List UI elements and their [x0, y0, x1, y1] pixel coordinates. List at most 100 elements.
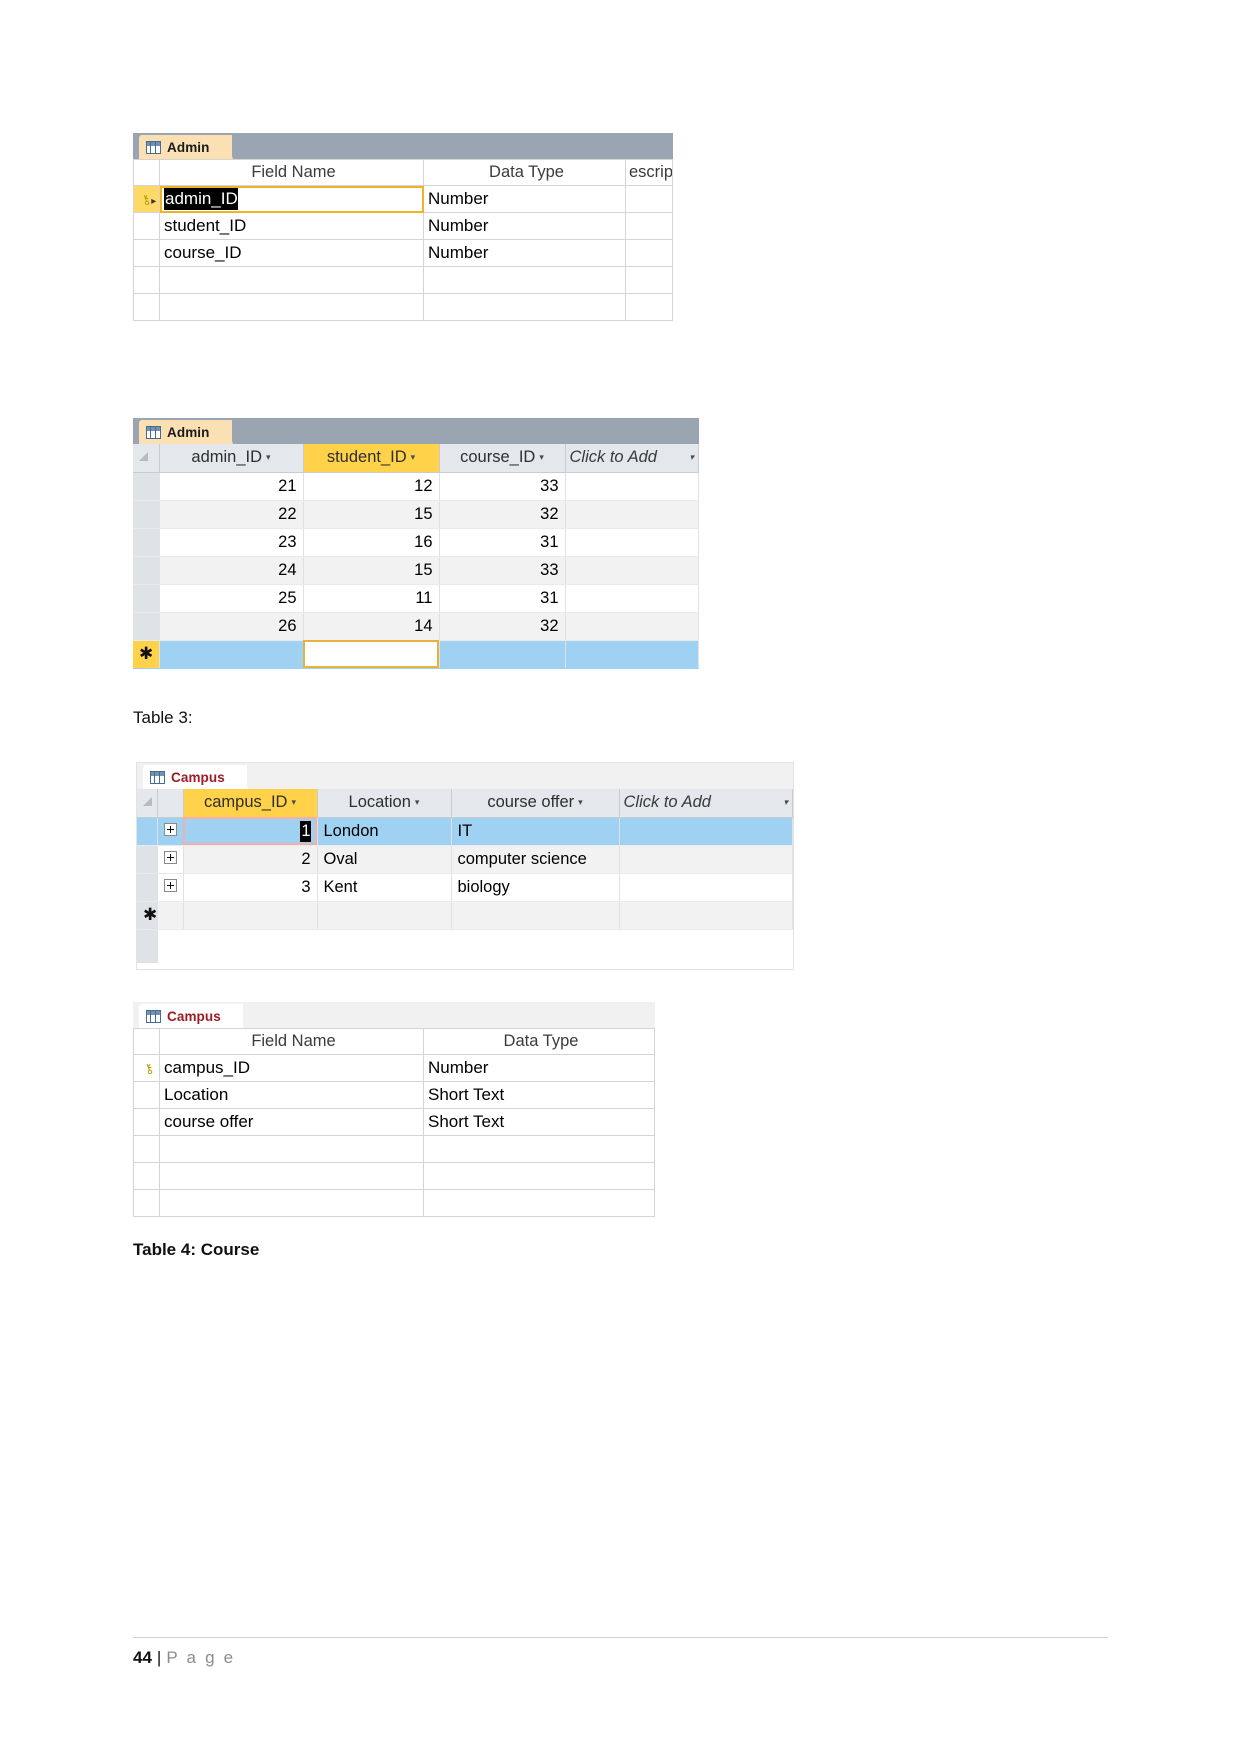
- cell-student-id[interactable]: 14: [303, 612, 440, 641]
- expand-subdatasheet-cell[interactable]: [157, 845, 184, 874]
- description-cell[interactable]: [625, 185, 673, 213]
- expand-subdatasheet-cell[interactable]: [157, 873, 184, 902]
- expand-subdatasheet-cell[interactable]: [157, 817, 184, 846]
- tab-campus-datasheet[interactable]: Campus: [143, 765, 247, 789]
- row-selector[interactable]: [133, 584, 160, 613]
- chevron-down-icon[interactable]: ▾: [415, 797, 420, 808]
- row-selector[interactable]: [137, 873, 158, 902]
- cell-admin-id-new[interactable]: [159, 640, 304, 669]
- table-row[interactable]: [133, 1162, 655, 1190]
- header-data-type[interactable]: Data Type: [423, 159, 626, 186]
- data-type-cell[interactable]: Number: [423, 239, 626, 267]
- header-field-name[interactable]: Field Name: [159, 159, 424, 186]
- select-all-corner[interactable]: [133, 444, 160, 473]
- column-header-click-to-add[interactable]: Click to Add ▾: [619, 789, 793, 818]
- row-selector-primary-key[interactable]: ⚷: [133, 1054, 160, 1082]
- table-row[interactable]: 22 15 32: [133, 500, 699, 529]
- row-selector[interactable]: [133, 556, 160, 585]
- column-header-course-id[interactable]: course_ID ▾: [439, 444, 566, 473]
- cell-add[interactable]: [565, 472, 699, 501]
- data-type-cell[interactable]: Number: [423, 1054, 655, 1082]
- row-selector[interactable]: [133, 528, 160, 557]
- header-field-name[interactable]: Field Name: [159, 1028, 424, 1055]
- cell-add[interactable]: [565, 584, 699, 613]
- cell-location[interactable]: Kent: [317, 873, 452, 902]
- table-row[interactable]: 1 London IT: [137, 817, 793, 846]
- table-row[interactable]: course offer Short Text: [133, 1108, 655, 1136]
- cell-admin-id[interactable]: 25: [159, 584, 304, 613]
- row-selector[interactable]: [133, 472, 160, 501]
- cell-course-offer-new[interactable]: [451, 901, 620, 930]
- cell-course-id[interactable]: 32: [439, 500, 566, 529]
- cell-student-id[interactable]: 11: [303, 584, 440, 613]
- column-header-click-to-add[interactable]: Click to Add ▾: [565, 444, 699, 473]
- field-name-cell[interactable]: [159, 293, 424, 321]
- cell-student-id-new[interactable]: [303, 640, 440, 669]
- cell-add[interactable]: [619, 817, 793, 846]
- cell-course-id[interactable]: 31: [439, 528, 566, 557]
- data-type-cell[interactable]: Number: [423, 212, 626, 240]
- cell-campus-id-new[interactable]: [183, 901, 318, 930]
- row-selector[interactable]: [133, 1108, 160, 1136]
- description-cell[interactable]: [625, 293, 673, 321]
- plus-expand-icon[interactable]: [163, 878, 177, 892]
- table-row[interactable]: ⚷ campus_ID Number: [133, 1054, 655, 1082]
- description-cell[interactable]: [625, 266, 673, 294]
- cell-admin-id[interactable]: 21: [159, 472, 304, 501]
- new-record-row[interactable]: ✱: [133, 640, 699, 669]
- cell-course-id-new[interactable]: [439, 640, 566, 669]
- data-type-cell[interactable]: [423, 1189, 655, 1217]
- cell-student-id[interactable]: 12: [303, 472, 440, 501]
- row-selector-primary-key[interactable]: ⚷▸: [133, 185, 160, 213]
- chevron-down-icon[interactable]: ▾: [291, 797, 296, 808]
- row-selector[interactable]: [133, 612, 160, 641]
- table-row[interactable]: [133, 1135, 655, 1163]
- field-name-cell[interactable]: campus_ID: [159, 1054, 424, 1082]
- table-row[interactable]: 21 12 33: [133, 472, 699, 501]
- row-selector[interactable]: [133, 1135, 160, 1163]
- chevron-down-icon[interactable]: ▾: [266, 452, 271, 463]
- table-row[interactable]: course_ID Number: [133, 239, 673, 267]
- chevron-down-icon[interactable]: ▾: [783, 797, 788, 808]
- plus-expand-icon[interactable]: [163, 822, 177, 836]
- column-header-student-id[interactable]: student_ID ▾: [303, 444, 440, 473]
- description-cell[interactable]: [625, 239, 673, 267]
- row-selector[interactable]: [133, 1162, 160, 1190]
- data-type-cell[interactable]: [423, 1135, 655, 1163]
- cell-location[interactable]: Oval: [317, 845, 452, 874]
- table-row[interactable]: 25 11 31: [133, 584, 699, 613]
- cell-course-id[interactable]: 31: [439, 584, 566, 613]
- cell-campus-id[interactable]: 3: [183, 873, 318, 902]
- header-data-type[interactable]: Data Type: [423, 1028, 655, 1055]
- field-name-cell[interactable]: [159, 1189, 424, 1217]
- row-selector[interactable]: [133, 500, 160, 529]
- cell-course-offer[interactable]: IT: [451, 817, 620, 846]
- cell-admin-id[interactable]: 22: [159, 500, 304, 529]
- cell-location[interactable]: London: [317, 817, 452, 846]
- data-type-cell[interactable]: [423, 1162, 655, 1190]
- chevron-down-icon[interactable]: ▾: [411, 452, 416, 463]
- cell-campus-id[interactable]: 2: [183, 845, 318, 874]
- row-selector[interactable]: [133, 266, 160, 294]
- data-type-cell[interactable]: Number: [423, 185, 626, 213]
- chevron-down-icon[interactable]: ▾: [689, 452, 694, 463]
- cell-location-new[interactable]: [317, 901, 452, 930]
- cell-course-id[interactable]: 32: [439, 612, 566, 641]
- data-type-cell[interactable]: [423, 266, 626, 294]
- new-record-selector[interactable]: ✱: [137, 901, 158, 930]
- column-header-campus-id[interactable]: campus_ID ▾: [183, 789, 318, 818]
- cell-admin-id[interactable]: 24: [159, 556, 304, 585]
- cell-add-new[interactable]: [565, 640, 699, 669]
- column-header-course-offer[interactable]: course offer ▾: [451, 789, 620, 818]
- plus-expand-icon[interactable]: [163, 850, 177, 864]
- new-record-row[interactable]: ✱: [137, 901, 793, 930]
- cell-admin-id[interactable]: 26: [159, 612, 304, 641]
- data-type-cell[interactable]: Short Text: [423, 1081, 655, 1109]
- chevron-down-icon[interactable]: ▾: [578, 797, 583, 808]
- new-record-selector[interactable]: ✱: [133, 640, 160, 669]
- data-type-cell[interactable]: [423, 293, 626, 321]
- header-description[interactable]: escrip: [625, 159, 673, 186]
- field-name-cell[interactable]: [159, 1135, 424, 1163]
- field-name-cell[interactable]: course offer: [159, 1108, 424, 1136]
- cell-add-new[interactable]: [619, 901, 793, 930]
